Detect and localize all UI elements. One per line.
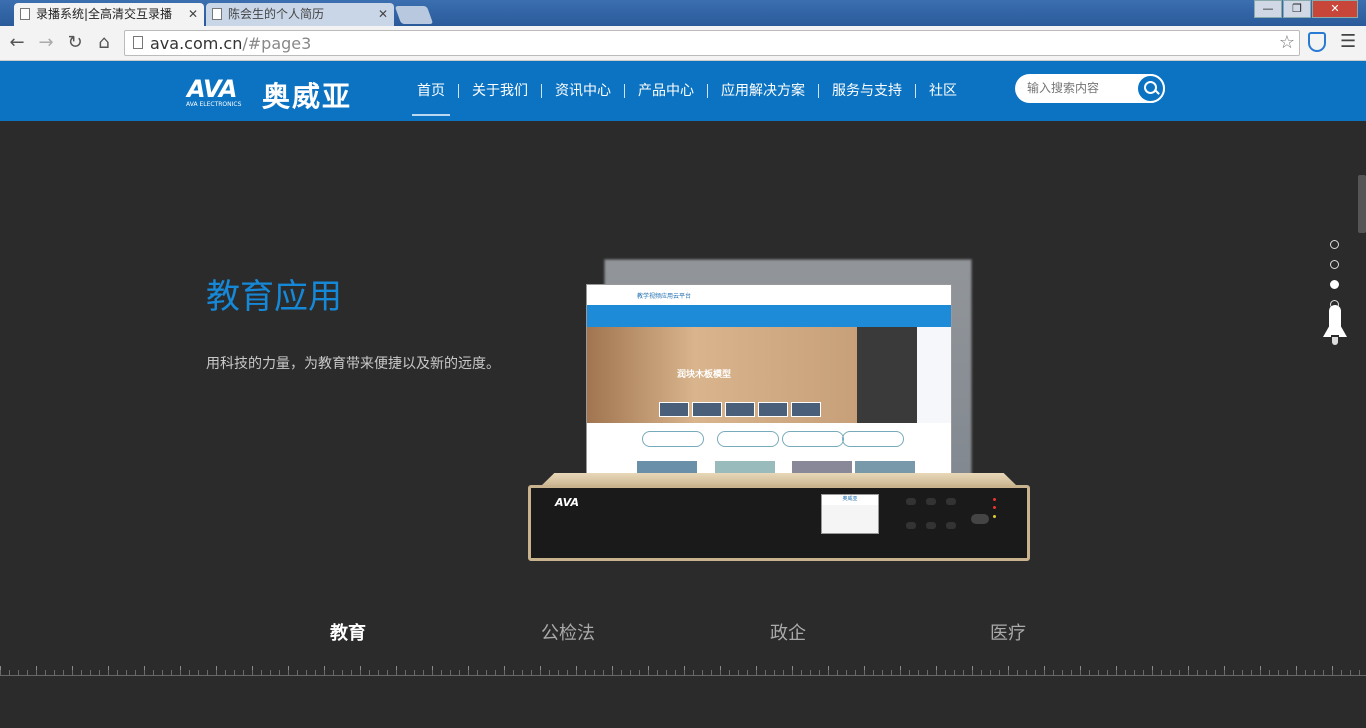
- ava-logo[interactable]: AVA: [187, 75, 237, 103]
- new-tab-button[interactable]: [394, 6, 434, 24]
- category-government[interactable]: 政企: [770, 619, 806, 645]
- page-icon: [133, 36, 143, 49]
- window-controls: — ❐ ✕: [1254, 0, 1358, 20]
- category-tabs: 教育 公检法 政企 医疗: [0, 619, 1366, 645]
- hero-description: 用科技的力量，为教育带来便捷以及新的远度。: [206, 356, 500, 372]
- back-icon[interactable]: ←: [6, 32, 28, 54]
- device-logo: AVA: [555, 496, 580, 509]
- search-box: [1015, 74, 1165, 103]
- nav-item-news[interactable]: 资讯中心: [542, 66, 624, 116]
- reload-icon[interactable]: ↻: [64, 32, 86, 54]
- minimize-button[interactable]: —: [1254, 0, 1282, 18]
- search-icon[interactable]: [1136, 74, 1165, 103]
- nav-item-solutions[interactable]: 应用解决方案: [708, 66, 818, 116]
- screen-banner-text: 润块木板模型: [677, 370, 732, 380]
- page-icon: [212, 8, 222, 20]
- main-nav: 首页 关于我们 资讯中心 产品中心 应用解决方案 服务与支持 社区: [404, 61, 970, 121]
- screen-banner: 润块木板模型: [587, 327, 857, 423]
- page-dot-1[interactable]: [1330, 240, 1339, 249]
- bookmark-star-icon[interactable]: ☆: [1279, 32, 1295, 53]
- category-medical[interactable]: 医疗: [990, 619, 1026, 645]
- nav-item-products[interactable]: 产品中心: [625, 66, 707, 116]
- side-scroll-handle[interactable]: [1358, 175, 1366, 233]
- url-path: /#page3: [242, 34, 312, 53]
- browser-tab-inactive[interactable]: 陈会生的个人简历 ✕: [206, 3, 394, 26]
- page-icon: [20, 8, 30, 20]
- browser-titlebar: 录播系统|全高清交互录播 ✕ 陈会生的个人简历 ✕ — ❐ ✕: [0, 0, 1366, 26]
- timeline-ruler-minor: [0, 670, 1366, 676]
- menu-icon[interactable]: ☰: [1340, 31, 1356, 52]
- home-icon[interactable]: ⌂: [93, 32, 115, 54]
- device-power-button: [971, 514, 989, 524]
- shield-extension-icon[interactable]: [1308, 32, 1326, 52]
- forward-icon[interactable]: →: [35, 32, 57, 54]
- hero-section: 教育应用 用科技的力量，为教育带来便捷以及新的远度。 教学视频应用云平台 润块木…: [0, 121, 1366, 728]
- tab-title: 录播系统|全高清交互录播: [36, 7, 173, 21]
- browser-tab-active[interactable]: 录播系统|全高清交互录播 ✕: [14, 3, 204, 26]
- hero-title: 教育应用: [206, 277, 342, 317]
- tab-title: 陈会生的个人简历: [228, 7, 325, 21]
- browser-toolbar: ← → ↻ ⌂ ava.com.cn/#page3 ☆ ☰: [0, 26, 1366, 61]
- close-window-button[interactable]: ✕: [1312, 0, 1358, 18]
- device-lcd-screen: 奥威亚: [821, 494, 879, 534]
- page-dot-2[interactable]: [1330, 260, 1339, 269]
- hero-screen-image: 教学视频应用云平台 润块木板模型: [586, 284, 952, 490]
- logo-subtitle: AVA ELECTRONICS: [186, 101, 242, 108]
- screen-nav-bar: [587, 307, 951, 327]
- category-public-security[interactable]: 公检法: [541, 619, 595, 645]
- screen-thumbnails: [659, 402, 821, 417]
- search-input[interactable]: [1027, 79, 1135, 97]
- page-dot-3[interactable]: [1330, 280, 1339, 289]
- maximize-button[interactable]: ❐: [1283, 0, 1311, 18]
- close-tab-icon[interactable]: ✕: [188, 3, 198, 25]
- nav-item-about[interactable]: 关于我们: [459, 66, 541, 116]
- nav-item-home[interactable]: 首页: [404, 66, 458, 116]
- screen-sidebar: [857, 327, 917, 423]
- recording-device-image: AVA 奥威亚: [528, 485, 1030, 561]
- url-host: ava.com.cn: [150, 34, 243, 53]
- logo-chinese-name[interactable]: 奥威亚: [262, 75, 352, 115]
- nav-item-support[interactable]: 服务与支持: [819, 66, 915, 116]
- address-bar[interactable]: ava.com.cn/#page3 ☆: [124, 30, 1300, 56]
- category-education[interactable]: 教育: [330, 619, 366, 645]
- back-to-top-rocket-icon[interactable]: [1321, 305, 1349, 347]
- close-tab-icon[interactable]: ✕: [378, 3, 388, 25]
- screen-header: 教学视频应用云平台: [587, 285, 951, 307]
- nav-item-community[interactable]: 社区: [916, 66, 970, 116]
- site-header: AVA AVA ELECTRONICS 奥威亚 首页 关于我们 资讯中心 产品中…: [0, 61, 1366, 121]
- device-lcd-header: 奥威亚: [822, 495, 878, 505]
